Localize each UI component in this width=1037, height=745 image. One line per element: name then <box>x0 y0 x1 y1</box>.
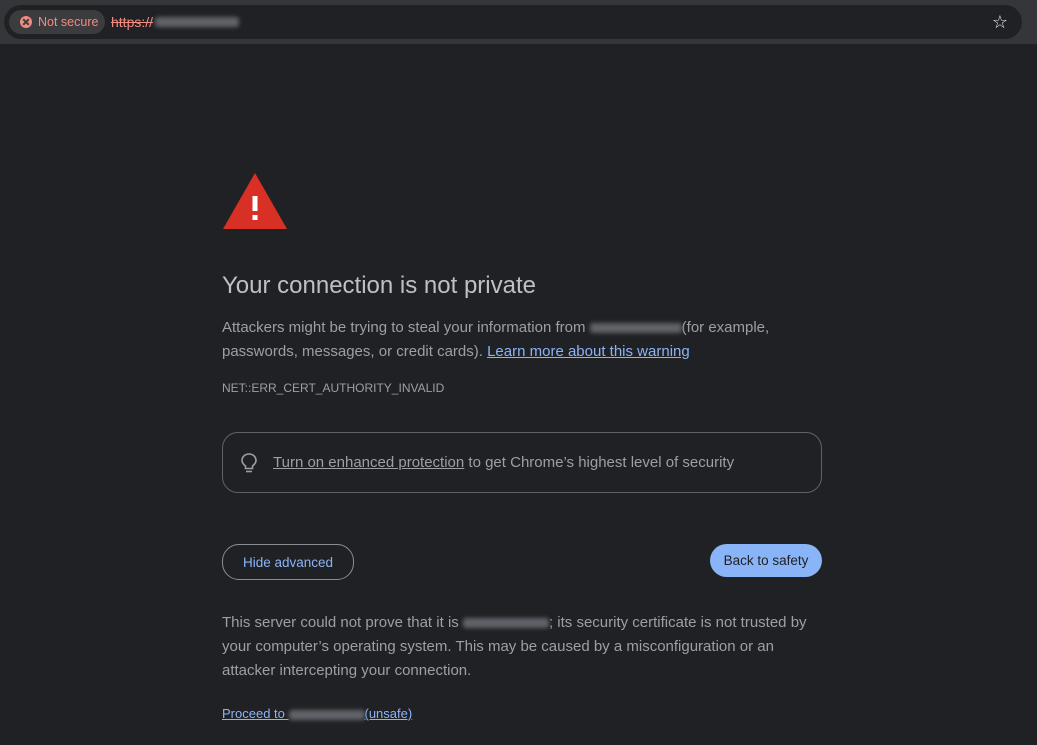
redacted-host <box>288 709 365 720</box>
url-scheme: https:// <box>111 14 154 30</box>
redacted-host <box>462 618 549 629</box>
security-chip[interactable]: Not secure <box>9 10 105 34</box>
proceed-after: (unsafe) <box>364 706 413 721</box>
redacted-host <box>155 17 240 27</box>
enhanced-protection-link[interactable]: Turn on enhanced protection <box>273 454 464 471</box>
warning-triangle-icon <box>223 173 287 229</box>
lightbulb-icon <box>241 452 257 472</box>
learn-more-link[interactable]: Learn more about this warning <box>487 343 690 360</box>
enhanced-protection-banner: Turn on enhanced protection to get Chrom… <box>222 432 822 493</box>
page-title: Your connection is not private <box>222 272 536 299</box>
hide-advanced-button[interactable]: Hide advanced <box>222 544 354 580</box>
security-chip-label: Not secure <box>38 15 99 29</box>
enhanced-protection-rest: to get Chrome’s highest level of securit… <box>464 454 735 471</box>
advanced-details: This server could not prove that it is ;… <box>222 611 822 683</box>
address-bar[interactable]: Not secure https:// ☆ <box>4 5 1022 39</box>
main-message-text-before: Attackers might be trying to steal your … <box>222 319 590 336</box>
browser-toolbar: Not secure https:// ☆ <box>0 0 1037 44</box>
main-message: Attackers might be trying to steal your … <box>222 316 822 364</box>
back-to-safety-button[interactable]: Back to safety <box>710 544 822 577</box>
advanced-details-before: This server could not prove that it is <box>222 614 463 631</box>
enhanced-protection-text: Turn on enhanced protection to get Chrom… <box>273 454 734 471</box>
error-circle-icon <box>20 16 32 28</box>
proceed-unsafe-link[interactable]: Proceed to (unsafe) <box>222 706 412 721</box>
star-outline-icon[interactable]: ☆ <box>992 12 1008 32</box>
url-text[interactable]: https:// <box>111 13 240 31</box>
proceed-before: Proceed to <box>222 706 289 721</box>
proceed-link-container: Proceed to (unsafe) <box>222 706 412 721</box>
redacted-host <box>589 323 682 334</box>
error-code: NET::ERR_CERT_AUTHORITY_INVALID <box>222 381 445 395</box>
